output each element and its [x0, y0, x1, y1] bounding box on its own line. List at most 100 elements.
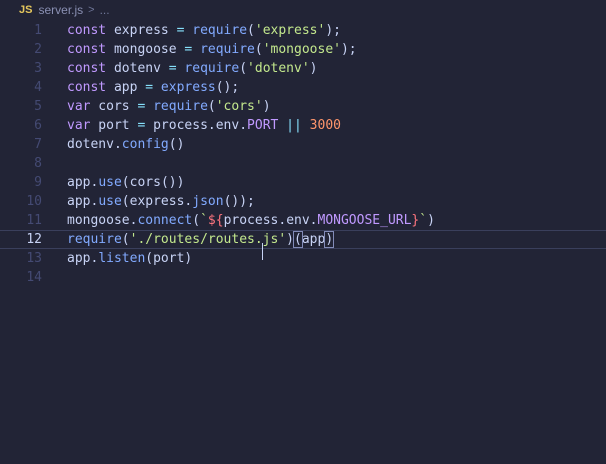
code-text[interactable]: const express = require('express');	[67, 21, 341, 40]
line-number: 11	[26, 213, 42, 228]
code-token: (	[121, 175, 130, 190]
code-token: (	[207, 99, 216, 114]
code-token: (	[239, 61, 248, 76]
code-line[interactable]: 3 const dotenv = require('dotenv')	[0, 59, 606, 78]
breadcrumb-symbols[interactable]: ...	[100, 3, 110, 17]
code-token: 'dotenv'	[247, 61, 310, 76]
chevron-right-icon: >	[88, 4, 95, 16]
code-token: ();	[215, 80, 240, 95]
code-token: dotenv	[67, 137, 114, 152]
code-token: (	[192, 213, 201, 228]
code-token: const	[67, 42, 107, 57]
code-token: (	[145, 251, 154, 266]
code-text[interactable]: const dotenv = require('dotenv')	[67, 59, 318, 78]
code-line[interactable]: 13 app.listen(port)	[0, 249, 606, 268]
code-token: process	[145, 118, 208, 133]
code-token: dotenv	[106, 61, 169, 76]
code-text[interactable]: app.use(express.json());	[67, 192, 255, 211]
code-token: listen	[98, 251, 146, 266]
code-text[interactable]: dotenv.config()	[67, 135, 184, 154]
code-text[interactable]: require('./routes/routes.js')(app)	[67, 230, 335, 249]
code-token: use	[98, 175, 122, 190]
code-token: use	[98, 194, 122, 209]
code-token: )	[262, 99, 271, 114]
code-token: var	[67, 118, 91, 133]
code-text[interactable]: mongoose.connect(`${process.env.MONGOOSE…	[67, 211, 435, 230]
code-token: var	[67, 99, 91, 114]
code-token: mongoose	[106, 42, 185, 57]
code-token: app	[301, 232, 326, 247]
code-line[interactable]: 1 const express = require('express');	[0, 21, 606, 40]
line-number: 10	[26, 194, 42, 209]
code-token: 'cors'	[215, 99, 263, 114]
code-token: express	[106, 23, 177, 38]
code-token: require	[176, 61, 240, 76]
breadcrumb: JS server.js > ...	[0, 0, 606, 20]
code-token: cors	[129, 175, 161, 190]
code-text[interactable]: var cors = require('cors')	[67, 97, 271, 116]
code-token: ())	[160, 175, 185, 190]
code-token: .	[309, 213, 318, 228]
code-token: (	[121, 232, 130, 247]
code-text[interactable]: app.listen(port)	[67, 249, 192, 268]
code-line[interactable]: 6 var port = process.env.PORT || 3000	[0, 116, 606, 135]
code-line[interactable]: 14	[0, 268, 606, 287]
code-token: env	[215, 118, 240, 133]
code-line[interactable]: 4 const app = express();	[0, 78, 606, 97]
code-line[interactable]: 9 app.use(cors())	[0, 173, 606, 192]
code-text[interactable]: app.use(cors())	[67, 173, 184, 192]
javascript-file-icon: JS	[19, 4, 33, 16]
code-token: require	[184, 23, 248, 38]
code-line[interactable]: 11 mongoose.connect(`${process.env.MONGOO…	[0, 211, 606, 230]
code-token: const	[67, 61, 107, 76]
code-token: 3000	[301, 118, 341, 133]
line-number: 4	[34, 80, 42, 95]
code-token: .	[239, 118, 248, 133]
line-number: 7	[34, 137, 42, 152]
breadcrumb-file[interactable]: server.js	[38, 3, 83, 17]
line-number: 1	[34, 23, 42, 38]
code-token: require	[145, 99, 208, 114]
code-editor[interactable]: JS server.js > ... 1 const express = requ…	[0, 0, 606, 464]
code-token: PORT	[247, 118, 279, 133]
code-token: require	[67, 232, 122, 247]
code-token: `	[200, 213, 208, 228]
code-token: ||	[278, 118, 302, 133]
code-token: env	[286, 213, 310, 228]
line-number: 5	[34, 99, 42, 114]
code-token: ());	[223, 194, 255, 209]
code-token: app	[106, 80, 146, 95]
line-number: 3	[34, 61, 42, 76]
code-token: ${	[207, 213, 224, 228]
code-token: )	[309, 61, 318, 76]
code-line[interactable]: 2 const mongoose = require('mongoose');	[0, 40, 606, 59]
code-text[interactable]: var port = process.env.PORT || 3000	[67, 116, 341, 135]
code-token: const	[67, 80, 107, 95]
code-area[interactable]: 1 const express = require('express'); 2 con…	[0, 21, 606, 287]
code-token: (	[293, 231, 303, 248]
code-line[interactable]: 7 dotenv.config()	[0, 135, 606, 154]
code-token: mongoose	[67, 213, 130, 228]
code-token: )	[286, 232, 294, 247]
code-token: config	[121, 137, 169, 152]
code-token: json	[192, 194, 224, 209]
code-line[interactable]: 8	[0, 154, 606, 173]
code-text[interactable]: const app = express();	[67, 78, 239, 97]
code-line[interactable]: 12 require('./routes/routes.js')(app)	[0, 230, 606, 249]
code-token: cors	[90, 99, 138, 114]
code-token: port	[153, 251, 185, 266]
code-token: (	[254, 42, 263, 57]
code-token: =	[168, 61, 177, 76]
code-token: =	[145, 80, 154, 95]
code-line[interactable]: 5 var cors = require('cors')	[0, 97, 606, 116]
code-token: )	[427, 213, 435, 228]
code-token: express	[153, 80, 216, 95]
code-text[interactable]: const mongoose = require('mongoose');	[67, 40, 357, 59]
code-token: );	[340, 42, 357, 57]
code-token: .	[207, 118, 216, 133]
line-number: 6	[34, 118, 42, 133]
code-token: .	[278, 213, 287, 228]
code-token: )	[324, 231, 335, 248]
code-line[interactable]: 10 app.use(express.json());	[0, 192, 606, 211]
code-token: 'mongoose'	[262, 42, 341, 57]
